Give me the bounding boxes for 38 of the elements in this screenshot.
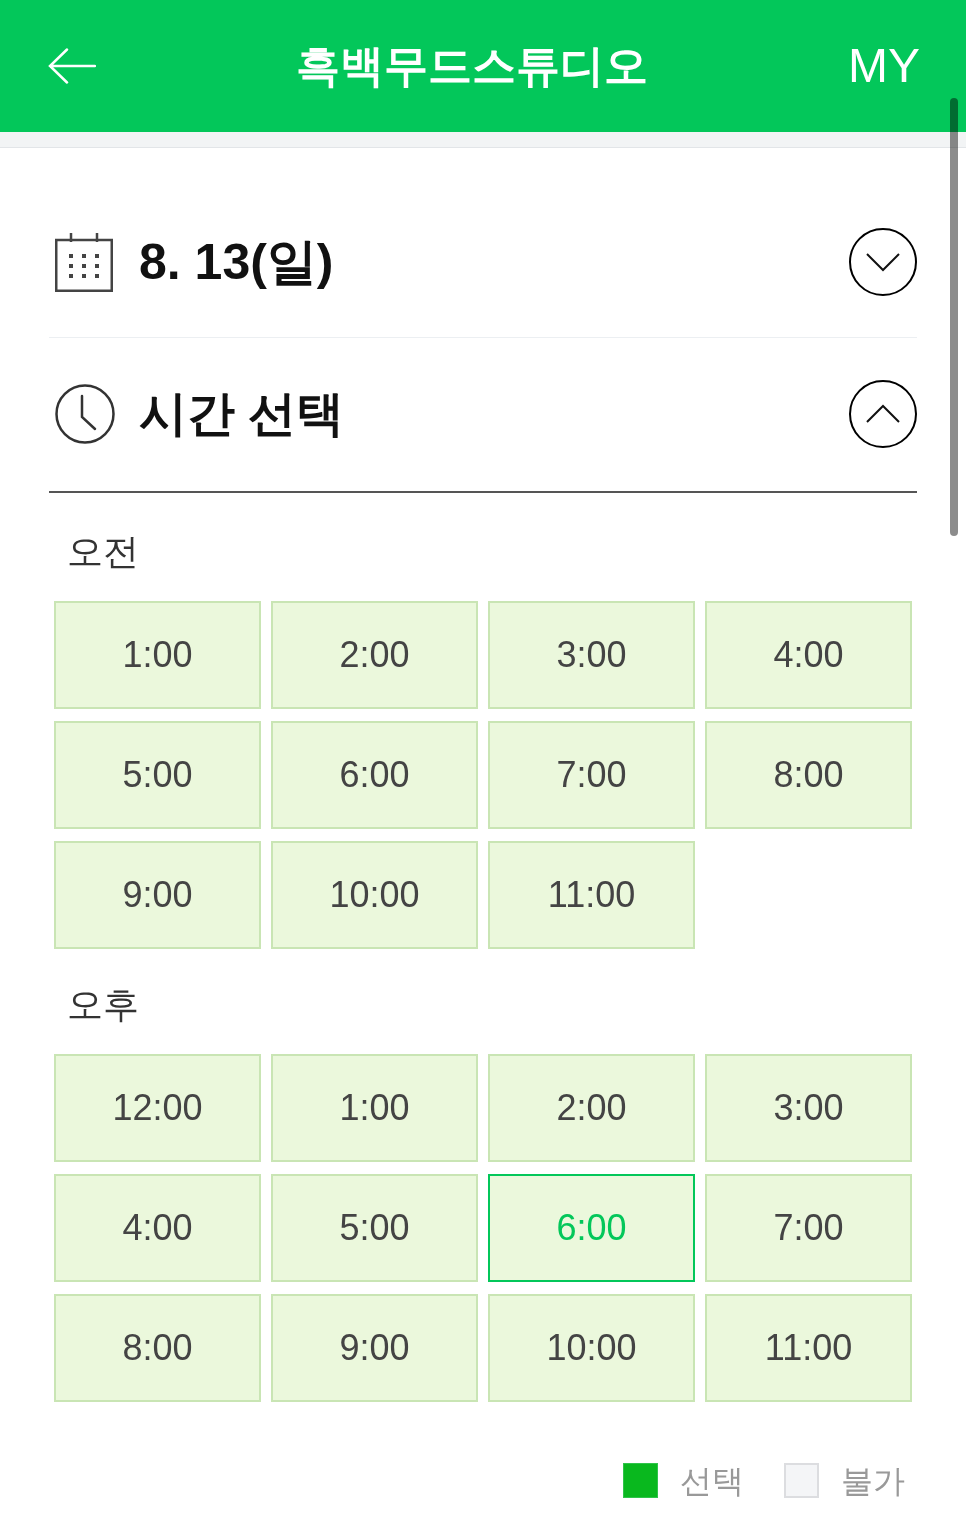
- time-slot-button[interactable]: 3:00: [705, 1054, 912, 1162]
- time-slot-button[interactable]: 1:00: [54, 601, 261, 709]
- time-slot-button[interactable]: 7:00: [705, 1174, 912, 1282]
- time-slot-button[interactable]: 10:00: [488, 1294, 695, 1402]
- back-arrow-icon: [48, 48, 96, 84]
- time-slot-button[interactable]: 6:00: [271, 721, 478, 829]
- period-label: 오전: [66, 532, 140, 572]
- time-slot-button[interactable]: 10:00: [271, 841, 478, 949]
- time-slot-button[interactable]: 11:00: [705, 1294, 912, 1402]
- time-slot-button[interactable]: 3:00: [488, 601, 695, 709]
- period-label: 오후: [66, 985, 140, 1025]
- time-slot-button[interactable]: 1:00: [271, 1054, 478, 1162]
- chevron-up-icon: [865, 404, 901, 424]
- swatch-icon: [784, 1463, 819, 1498]
- time-slot-button[interactable]: 7:00: [488, 721, 695, 829]
- legend-label: 불가: [841, 1464, 905, 1497]
- swatch-icon: [623, 1463, 658, 1498]
- time-slot-button[interactable]: 5:00: [271, 1174, 478, 1282]
- page-title: 흑백무드스튜디오: [296, 44, 648, 88]
- time-slot-button[interactable]: 2:00: [271, 601, 478, 709]
- time-slot-button[interactable]: 11:00: [488, 841, 695, 949]
- time-slot-button[interactable]: 2:00: [488, 1054, 695, 1162]
- clock-icon: [55, 384, 115, 444]
- time-slot-button[interactable]: 5:00: [54, 721, 261, 829]
- time-slot-button[interactable]: 8:00: [54, 1294, 261, 1402]
- time-slot-button[interactable]: 9:00: [271, 1294, 478, 1402]
- time-slot-button[interactable]: 8:00: [705, 721, 912, 829]
- chevron-down-icon: [865, 252, 901, 272]
- section-title: 시간 선택: [139, 390, 345, 438]
- time-slot-button[interactable]: 12:00: [54, 1054, 261, 1162]
- legend-label: 선택: [680, 1464, 744, 1497]
- time-slot-button[interactable]: 4:00: [54, 1174, 261, 1282]
- expand-button[interactable]: [849, 228, 917, 296]
- date-label: 8. 13(일): [139, 237, 334, 287]
- time-slot-button[interactable]: 9:00: [54, 841, 261, 949]
- collapse-button[interactable]: [849, 380, 917, 448]
- calendar-icon: [55, 232, 113, 292]
- time-slot-button[interactable]: 4:00: [705, 601, 912, 709]
